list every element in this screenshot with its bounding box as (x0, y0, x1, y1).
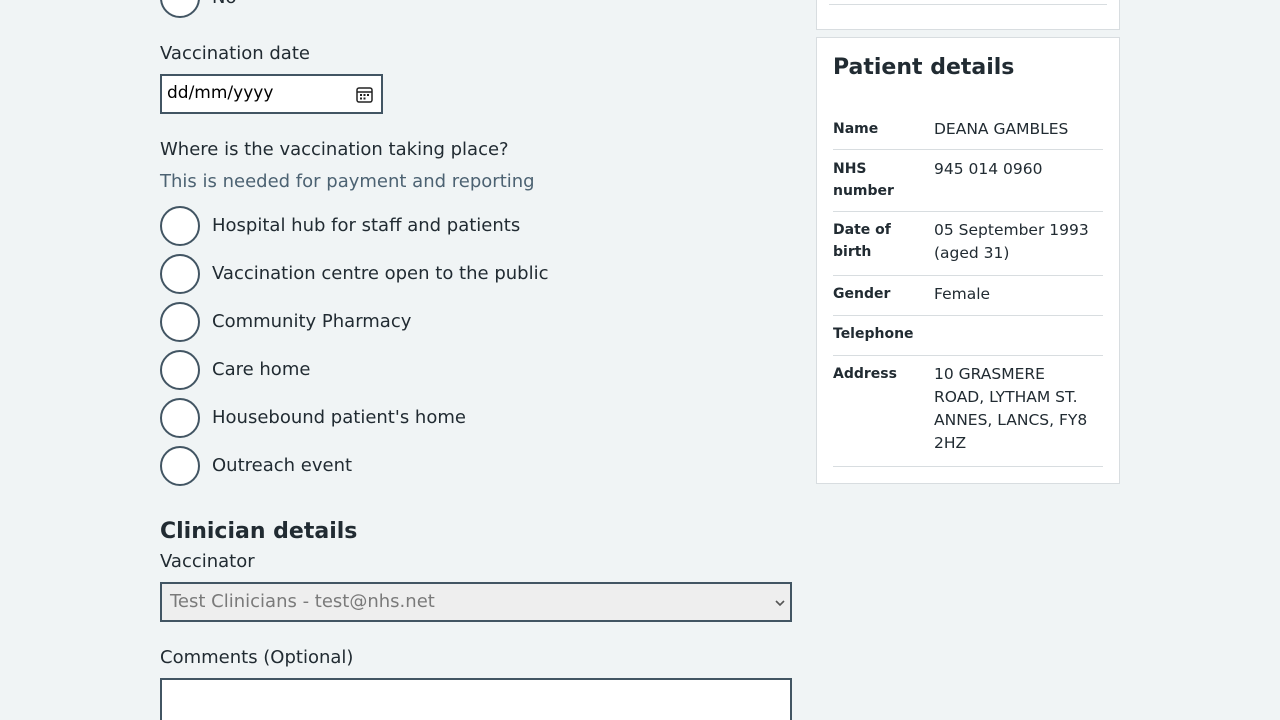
previous-panel (816, 0, 1120, 30)
patient-details-panel: Patient details Name DEANA GAMBLES NHS n… (816, 37, 1120, 484)
summary-value: 945 014 0960 (934, 160, 1043, 178)
vaccination-date-label: Vaccination date (160, 43, 310, 64)
radio-button[interactable] (160, 0, 200, 18)
summary-row-telephone: Telephone (833, 323, 1103, 356)
radio-label: Outreach event (212, 455, 353, 476)
summary-row-gender: Gender Female (833, 283, 1103, 316)
summary-value: 05 September 1993 (aged 31) (934, 221, 1089, 262)
radio-label: No (212, 0, 236, 10)
summary-key: Name (833, 121, 879, 137)
patient-details-title: Patient details (833, 55, 1015, 80)
summary-key: Date of birth (833, 222, 891, 260)
vaccinator-label: Vaccinator (160, 551, 255, 572)
chevron-down-icon (775, 600, 785, 607)
location-question: Where is the vaccination taking place? (160, 139, 509, 160)
summary-key: NHS number (833, 161, 894, 199)
date-placeholder: dd/mm/yyyy (167, 83, 274, 103)
radio-button[interactable] (160, 350, 200, 390)
summary-value: Female (934, 285, 991, 303)
vaccinator-selected-value: Test Clinicians - test@nhs.net (170, 591, 435, 612)
radio-button[interactable] (160, 398, 200, 438)
comments-label: Comments (Optional) (160, 647, 354, 668)
radio-housebound[interactable]: Housebound patient's home (160, 398, 466, 438)
summary-row-nhs-number: NHS number 945 014 0960 (833, 158, 1103, 212)
calendar-icon[interactable] (356, 86, 373, 103)
radio-label: Hospital hub for staff and patients (212, 215, 521, 236)
summary-key: Address (833, 366, 897, 382)
radio-label: Care home (212, 359, 311, 380)
radio-label: Vaccination centre open to the public (212, 263, 549, 284)
clinician-details-heading: Clinician details (160, 519, 358, 544)
radio-hospital-hub[interactable]: Hospital hub for staff and patients (160, 206, 520, 246)
summary-value: DEANA GAMBLES (934, 120, 1069, 138)
radio-button[interactable] (160, 302, 200, 342)
summary-row-name: Name DEANA GAMBLES (833, 116, 1103, 150)
radio-label: Community Pharmacy (212, 311, 412, 332)
radio-button[interactable] (160, 446, 200, 486)
comments-textarea[interactable] (160, 678, 792, 720)
page: No Vaccination date dd/mm/yyyy Where is … (0, 0, 1280, 720)
radio-community-pharmacy[interactable]: Community Pharmacy (160, 302, 411, 342)
radio-button[interactable] (160, 254, 200, 294)
summary-row-date-of-birth: Date of birth 05 September 1993 (aged 31… (833, 219, 1103, 276)
vaccination-date-input[interactable]: dd/mm/yyyy (160, 74, 383, 114)
radio-label: Housebound patient's home (212, 407, 466, 428)
summary-key: Gender (833, 286, 891, 302)
location-hint: This is needed for payment and reporting (160, 171, 535, 192)
summary-value: 10 GRASMERE ROAD, LYTHAM ST. ANNES, LANC… (934, 365, 1088, 452)
summary-row-address: Address 10 GRASMERE ROAD, LYTHAM ST. ANN… (833, 363, 1103, 467)
radio-outreach-event[interactable]: Outreach event (160, 446, 352, 486)
divider (829, 4, 1107, 5)
radio-button[interactable] (160, 206, 200, 246)
radio-care-home[interactable]: Care home (160, 350, 310, 390)
radio-vaccination-centre[interactable]: Vaccination centre open to the public (160, 254, 548, 294)
summary-key: Telephone (833, 326, 914, 342)
vaccinator-select[interactable]: Test Clinicians - test@nhs.net (160, 582, 792, 622)
radio-no[interactable]: No (160, 0, 236, 18)
